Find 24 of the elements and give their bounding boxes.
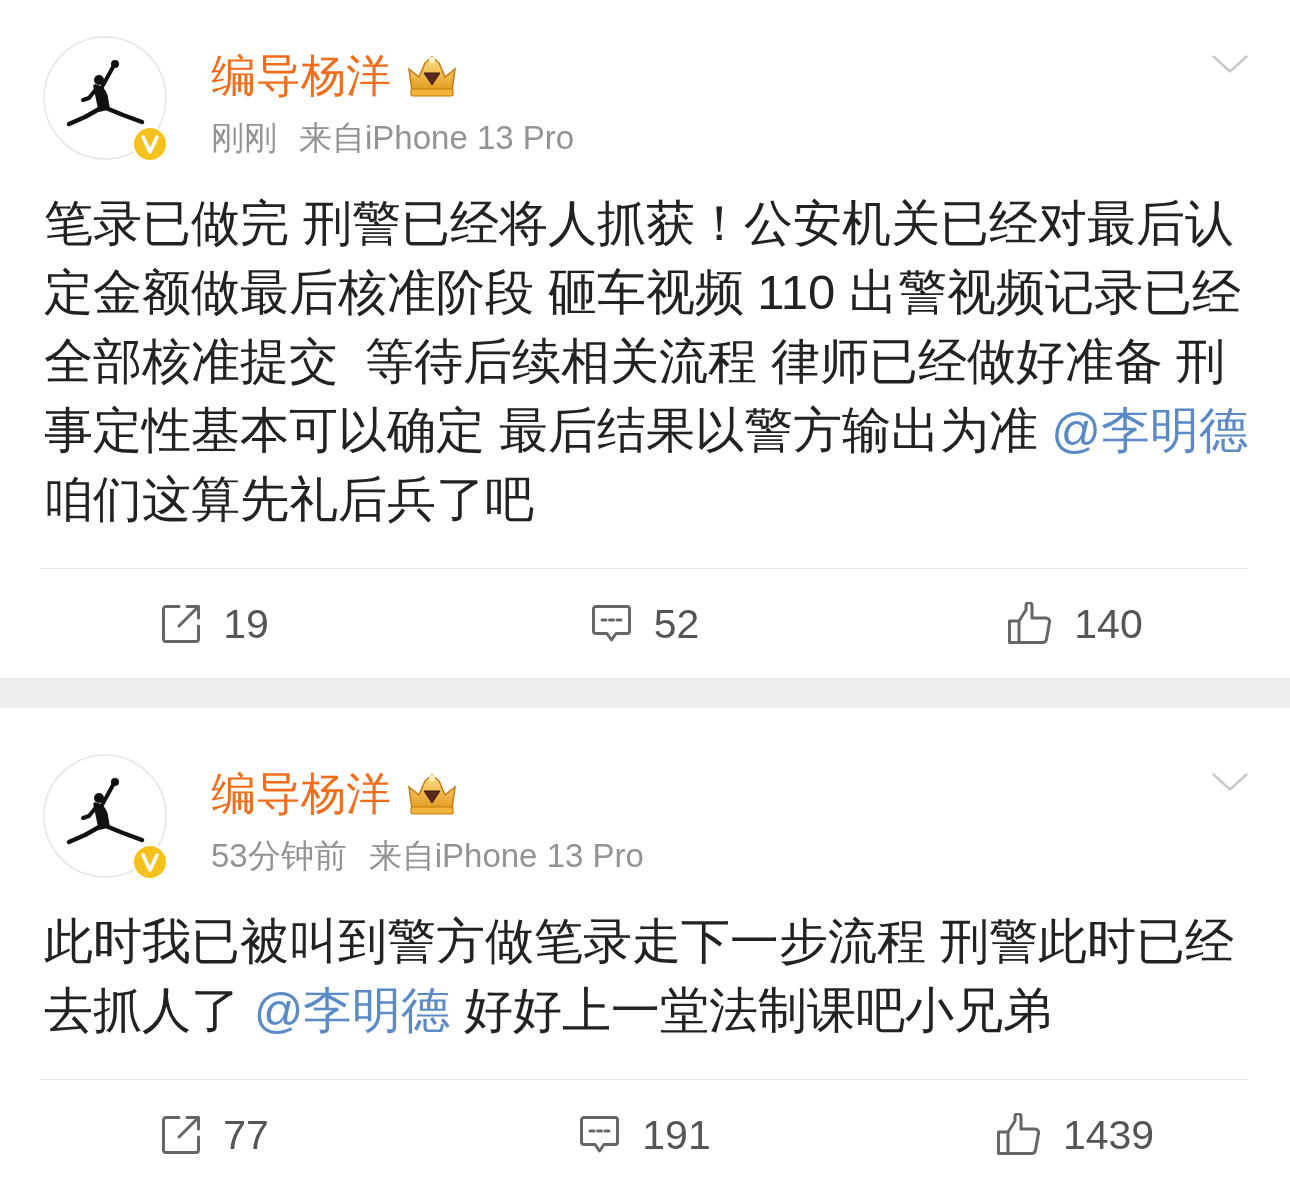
mention-link[interactable]: @李明德 — [1051, 403, 1248, 457]
post-source: 来自iPhone 13 Pro — [299, 118, 575, 158]
repost-button[interactable]: 77 — [161, 1110, 269, 1159]
thumbs-up-icon — [1007, 602, 1053, 645]
like-button[interactable]: 140 — [1007, 599, 1143, 648]
thumbs-up-icon — [995, 1113, 1041, 1156]
post-source: 来自iPhone 13 Pro — [368, 836, 644, 876]
share-icon — [161, 1114, 202, 1155]
avatar[interactable] — [43, 36, 167, 160]
post-text: 笔录已做完 刑警已经将人抓获！公安机关已经对最后认定金额做最后核准阶段 砸车视频 110 出警视频记录已经全部核准提交 等待后续相关流程 律师已经做好准备 刑事定性基本可以确定 最后结果以警方输出为准 @李明德 咱们这算先礼后兵了吧 — [44, 195, 1248, 528]
post-time: 53分钟前 — [211, 836, 347, 876]
like-button[interactable]: 1439 — [995, 1110, 1155, 1159]
comment-button[interactable]: 191 — [579, 1110, 711, 1159]
post-text: 此时我已被叫到警方做笔录走下一步流程 刑警此时已经去抓人了 @李明德 好好上一堂法制课吧小兄弟 — [44, 913, 1235, 1039]
comment-icon — [590, 604, 632, 643]
comment-button[interactable]: 52 — [590, 599, 700, 648]
repost-button[interactable]: 19 — [161, 599, 269, 648]
mention-link[interactable]: @李明德 — [253, 983, 451, 1037]
crown-badge-icon — [405, 773, 459, 815]
crown-badge-icon — [405, 55, 459, 97]
post-time: 刚刚 — [211, 118, 277, 158]
comment-icon — [579, 1115, 621, 1154]
share-icon — [161, 603, 202, 644]
avatar[interactable] — [43, 754, 167, 878]
